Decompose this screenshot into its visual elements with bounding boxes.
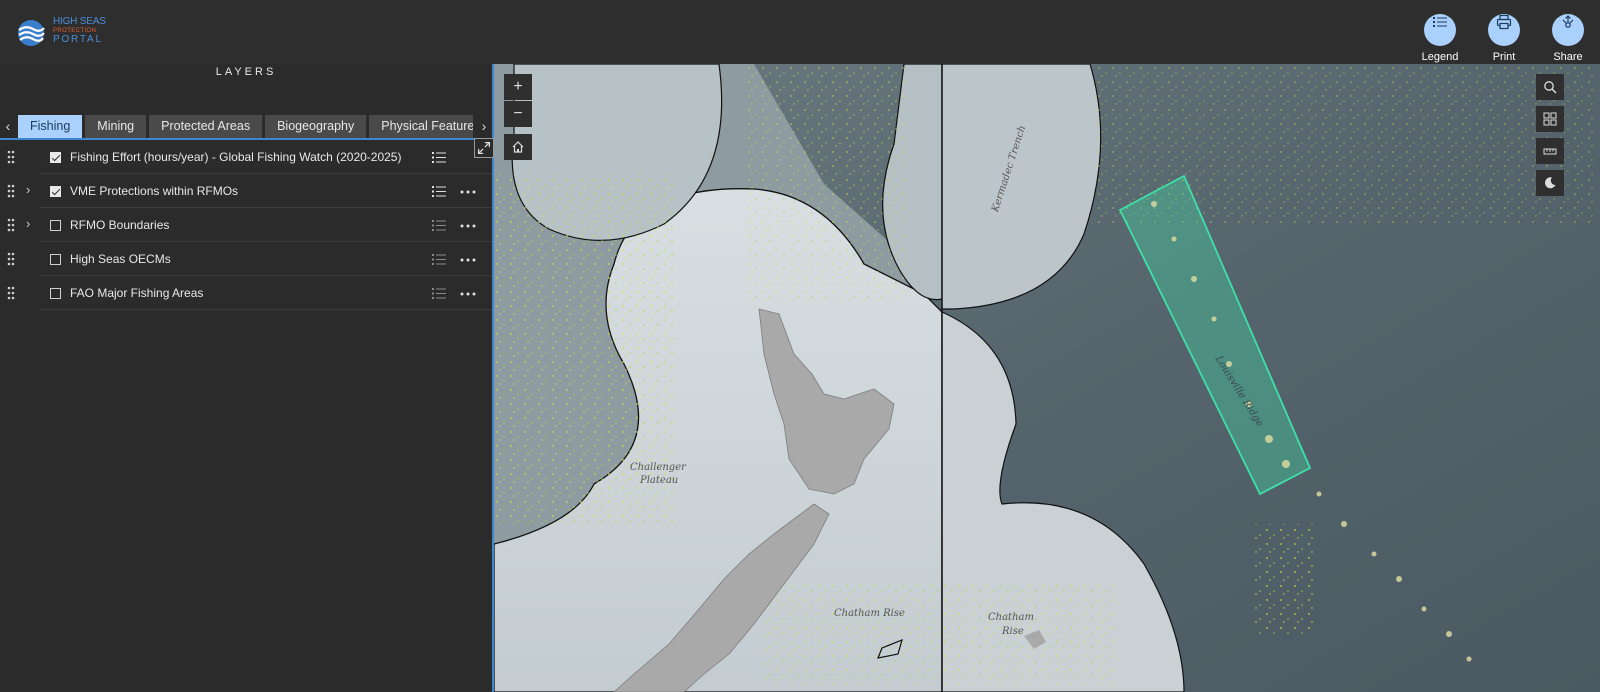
drag-handle-icon[interactable] <box>7 286 15 300</box>
layer-label: FAO Major Fishing Areas <box>70 286 204 300</box>
wave-logo-icon <box>18 20 45 46</box>
layer-row-fishing-effort[interactable]: Fishing Effort (hours/year) - Global Fis… <box>7 140 492 174</box>
more-options-icon[interactable] <box>460 292 476 296</box>
layer-legend-icon[interactable] <box>432 253 446 266</box>
bathymetry-basemap[interactable] <box>494 64 1600 692</box>
fishing-effort-chatham <box>764 584 1114 684</box>
zoom-out-button[interactable]: − <box>504 101 532 127</box>
tab-fishing[interactable]: Fishing <box>18 115 83 138</box>
layer-visibility-checkbox[interactable] <box>50 254 61 265</box>
expand-chevron-right-icon[interactable]: › <box>26 183 36 197</box>
legend-button-label: Legend <box>1421 51 1459 63</box>
expand-chevron-right-icon[interactable]: › <box>26 217 36 231</box>
search-button[interactable] <box>1536 74 1564 100</box>
map-label-chatham-rise-2: Rise <box>1002 626 1024 637</box>
home-icon <box>512 141 524 153</box>
drag-handle-icon[interactable] <box>7 150 15 164</box>
layer-tab-bar: ‹ Fishing Mining Protected Areas Biogeograp… <box>0 115 492 138</box>
legend-button[interactable]: Legend <box>1410 6 1470 63</box>
logo-line-3: PORTAL <box>53 34 103 45</box>
layer-label: VME Protections within RFMOs <box>70 184 239 198</box>
search-icon <box>1544 81 1557 94</box>
layer-visibility-checkbox[interactable] <box>50 152 61 163</box>
measure-icon <box>1543 148 1557 155</box>
layer-row-high-seas-oecms[interactable]: High Seas OECMs <box>7 242 492 276</box>
layer-legend-icon[interactable] <box>432 151 446 164</box>
basemap-gallery-icon <box>1543 112 1557 126</box>
more-options-icon[interactable] <box>460 224 476 228</box>
layer-label: High Seas OECMs <box>70 252 171 266</box>
tab-physical-features[interactable]: Physical Features <box>369 115 473 138</box>
tab-scroll-right-icon[interactable]: › <box>476 117 492 137</box>
logo-text: HIGH SEAS PROTECTION PORTAL <box>53 17 106 45</box>
layer-label: RFMO Boundaries <box>70 218 170 232</box>
home-button[interactable] <box>504 134 532 160</box>
portal-logo[interactable]: HIGH SEAS PROTECTION PORTAL <box>16 16 116 52</box>
layer-legend-icon[interactable] <box>432 287 446 300</box>
fishing-effort-north <box>744 64 904 304</box>
drag-handle-icon[interactable] <box>7 184 15 198</box>
logo-line-1: HIGH SEAS <box>53 16 106 27</box>
layer-row-rfmo-boundaries[interactable]: › RFMO Boundaries <box>7 208 492 242</box>
printer-icon <box>1496 14 1512 30</box>
fishing-effort-seamounts <box>1254 524 1314 634</box>
layer-row-vme-protections[interactable]: › VME Protections within RFMOs <box>7 174 492 208</box>
layer-row-fao-fishing-areas[interactable]: FAO Major Fishing Areas <box>7 276 492 310</box>
legend-list-icon <box>1433 17 1447 27</box>
layer-visibility-checkbox[interactable] <box>50 220 61 231</box>
more-options-icon[interactable] <box>460 258 476 262</box>
layers-panel: LAYERS ‹ Fishing Mining Protected Areas Bio… <box>0 64 494 692</box>
layer-label: Fishing Effort (hours/year) - Global Fis… <box>70 150 402 164</box>
tab-protected-areas[interactable]: Protected Areas <box>149 115 263 138</box>
layer-legend-icon[interactable] <box>432 185 446 198</box>
legend-button-circle <box>1424 14 1456 46</box>
share-button-circle <box>1552 14 1584 46</box>
drag-handle-icon[interactable] <box>7 252 15 266</box>
measure-button[interactable] <box>1536 138 1564 164</box>
zoom-in-button[interactable]: + <box>504 74 532 100</box>
top-bar: HIGH SEAS PROTECTION PORTAL Legend Print <box>0 0 1600 64</box>
tab-biogeography[interactable]: Biogeography <box>265 115 367 138</box>
expand-panel-icon[interactable] <box>474 138 494 158</box>
layer-list: Fishing Effort (hours/year) - Global Fis… <box>0 140 492 310</box>
map-label-plateau: Plateau <box>640 475 679 486</box>
drag-handle-icon[interactable] <box>7 218 15 232</box>
panel-title: LAYERS <box>215 66 277 78</box>
map-label-chatham-rise: Chatham Rise <box>834 608 905 619</box>
share-button[interactable]: Share <box>1538 6 1598 63</box>
tab-mining[interactable]: Mining <box>85 115 147 138</box>
dark-mode-icon <box>1544 177 1556 189</box>
map-label-challenger: Challenger <box>630 462 686 473</box>
map-view[interactable]: Challenger Plateau Chatham Rise Chatham … <box>494 64 1600 692</box>
print-button-label: Print <box>1492 51 1516 63</box>
share-icon <box>1562 15 1574 28</box>
tab-scroll-left-icon[interactable]: ‹ <box>0 117 16 137</box>
layer-visibility-checkbox[interactable] <box>50 288 61 299</box>
layer-visibility-checkbox[interactable] <box>50 186 61 197</box>
dark-mode-button[interactable] <box>1536 170 1564 196</box>
layer-legend-icon[interactable] <box>432 219 446 232</box>
print-button-circle <box>1488 14 1520 46</box>
more-options-icon[interactable] <box>460 190 476 194</box>
share-button-label: Share <box>1553 51 1583 63</box>
basemap-gallery-button[interactable] <box>1536 106 1564 132</box>
map-label-chatham: Chatham <box>988 612 1034 623</box>
layer-tabs: Fishing Mining Protected Areas Biogeography… <box>18 115 473 138</box>
print-button[interactable]: Print <box>1474 6 1534 63</box>
